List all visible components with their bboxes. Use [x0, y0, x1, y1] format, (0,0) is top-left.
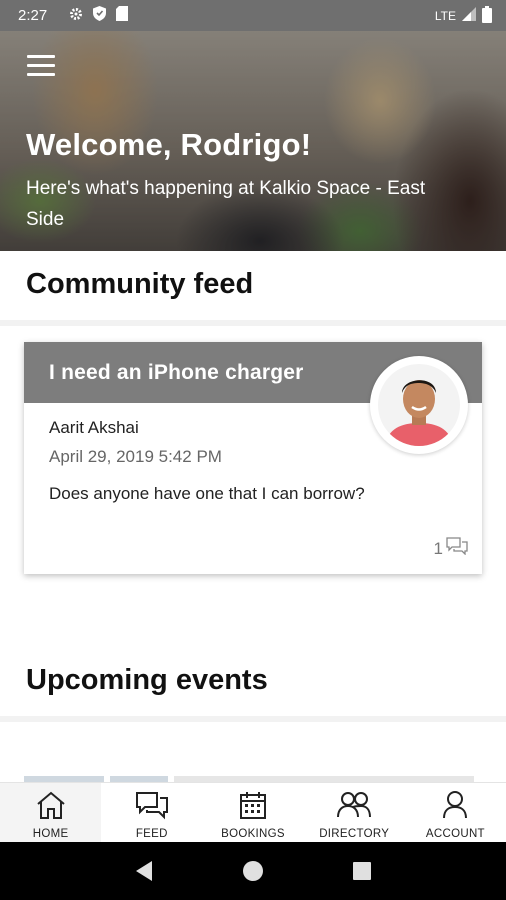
calendar-icon	[238, 790, 268, 825]
post-body: Does anyone have one that I can borrow?	[49, 484, 365, 503]
welcome-subtitle: Here's what's happening at Kalkio Space …	[26, 178, 426, 230]
author-avatar	[370, 356, 468, 454]
section-divider	[0, 320, 506, 326]
battery-icon	[482, 5, 492, 26]
people-icon	[336, 790, 372, 825]
status-time: 2:27	[18, 7, 48, 24]
tab-directory[interactable]: DIRECTORY	[304, 783, 405, 842]
tab-home-label: HOME	[32, 828, 69, 840]
tab-directory-label: DIRECTORY	[319, 828, 390, 840]
tab-account[interactable]: ACCOUNT	[405, 783, 506, 842]
welcome-title: Welcome, Rodrigo!	[26, 127, 312, 162]
tab-bookings-label: BOOKINGS	[221, 828, 285, 840]
chat-icon	[135, 790, 169, 825]
recents-square-icon	[352, 862, 371, 880]
hero-banner: Welcome, Rodrigo! Here's what's happenin…	[0, 31, 506, 251]
comment-count: 1	[433, 538, 443, 558]
home-icon	[35, 790, 67, 825]
recents-button[interactable]	[342, 851, 382, 891]
sd-card-icon	[116, 6, 129, 25]
tab-home[interactable]: HOME	[0, 783, 102, 842]
tab-feed[interactable]: FEED	[101, 783, 202, 842]
home-circle-icon	[242, 861, 263, 881]
network-label: LTE	[434, 8, 456, 23]
shield-icon	[93, 6, 107, 25]
post-date: April 29, 2019 5:42 PM	[49, 447, 222, 466]
bottom-tab-bar: HOME FEED BOOKINGS DIRECTORY ACCOUNT	[0, 782, 506, 842]
back-button[interactable]	[124, 851, 164, 891]
feed-post-card[interactable]: I need an iPhone charger Aarit Akshai Ap…	[24, 342, 482, 574]
person-icon	[441, 790, 469, 825]
upcoming-events-heading: Upcoming events	[26, 664, 268, 696]
comments-icon	[446, 537, 468, 560]
settings-gear-icon	[69, 7, 83, 25]
community-feed-heading: Community feed	[26, 268, 254, 300]
status-bar: 2:27 LTE	[0, 0, 506, 31]
post-author: Aarit Akshai	[49, 418, 139, 437]
signal-icon	[462, 7, 476, 24]
section-divider	[0, 716, 506, 722]
hamburger-menu-icon[interactable]	[27, 55, 55, 77]
home-button[interactable]	[233, 851, 273, 891]
tab-account-label: ACCOUNT	[425, 828, 485, 840]
comment-count-indicator[interactable]: 1	[434, 537, 468, 560]
tab-feed-label: FEED	[135, 828, 168, 840]
tab-bookings[interactable]: BOOKINGS	[202, 783, 303, 842]
back-triangle-icon	[136, 861, 153, 881]
system-navigation-bar	[0, 842, 506, 900]
